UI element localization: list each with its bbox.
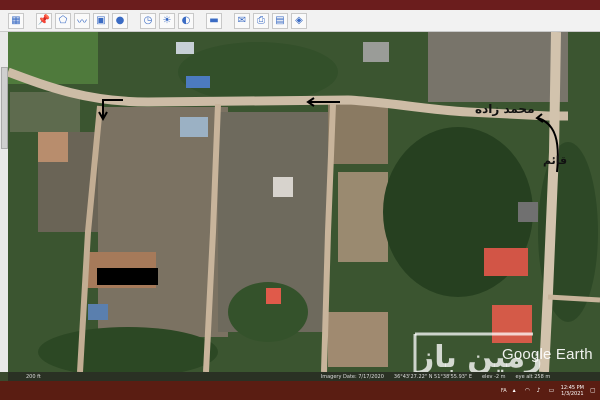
record-tour-icon[interactable]: ●: [112, 12, 128, 29]
satellite-imagery: [8, 32, 600, 372]
redacted-box: [97, 268, 158, 285]
system-clock[interactable]: 12:45 PM 1/3/2021: [561, 385, 584, 397]
clock-date: 1/3/2021: [561, 390, 584, 397]
add-overlay-icon[interactable]: ▣: [93, 12, 109, 29]
windows-taskbar: FA ▴ ◠ ♪ ▭ 12:45 PM 1/3/2021 ▢: [0, 381, 600, 400]
coordinates: 36°43'27.22" N 51°38'55.93" E: [393, 373, 472, 380]
save-image-icon[interactable]: ▤: [272, 12, 288, 29]
battery-icon[interactable]: ▭: [549, 387, 555, 394]
language-indicator[interactable]: FA: [501, 388, 507, 394]
print-icon[interactable]: ⎙: [253, 12, 269, 29]
sidebar-toggle-icon[interactable]: ▦: [8, 12, 24, 29]
street-label-mohammadzadeh: محمد زاده: [475, 102, 535, 116]
sunlight-icon[interactable]: ☀: [159, 12, 175, 29]
add-placemark-icon[interactable]: 📌: [36, 12, 52, 29]
volume-icon[interactable]: ♪: [537, 387, 543, 394]
planets-icon[interactable]: ◐: [178, 12, 194, 29]
ruler-icon[interactable]: ▬: [206, 12, 222, 29]
eye-altitude: eye alt 258 m: [515, 373, 551, 380]
notifications-icon[interactable]: ▢: [590, 387, 596, 394]
email-icon[interactable]: ✉: [234, 12, 250, 29]
add-path-icon[interactable]: 〰: [74, 12, 90, 29]
street-label-ghaem: قائم: [543, 154, 568, 167]
add-polygon-icon[interactable]: ⬠: [55, 12, 71, 29]
historical-imagery-icon[interactable]: ◷: [140, 12, 156, 29]
elevation: elev -2 m: [481, 373, 506, 380]
view-in-maps-icon[interactable]: ◈: [291, 12, 307, 29]
satellite-map-view[interactable]: محمد زاده قائم زمین باز Google Earth: [8, 32, 600, 372]
imagery-date: Imagery Date: 7/17/2020: [320, 373, 384, 380]
window-title-bar: [0, 0, 600, 10]
status-bar: 200 ft Imagery Date: 7/17/2020 36°43'27.…: [8, 372, 600, 381]
scale-legend: 200 ft: [26, 373, 41, 380]
scrollbar-thumb[interactable]: [1, 67, 8, 149]
network-icon[interactable]: ▴: [513, 387, 519, 394]
wifi-icon[interactable]: ◠: [525, 387, 531, 394]
google-earth-attribution: Google Earth: [502, 346, 593, 363]
toolbar: ▦ 📌 ⬠ 〰 ▣ ● ◷ ☀ ◐ ▬ ✉ ⎙ ▤ ◈: [0, 10, 600, 32]
